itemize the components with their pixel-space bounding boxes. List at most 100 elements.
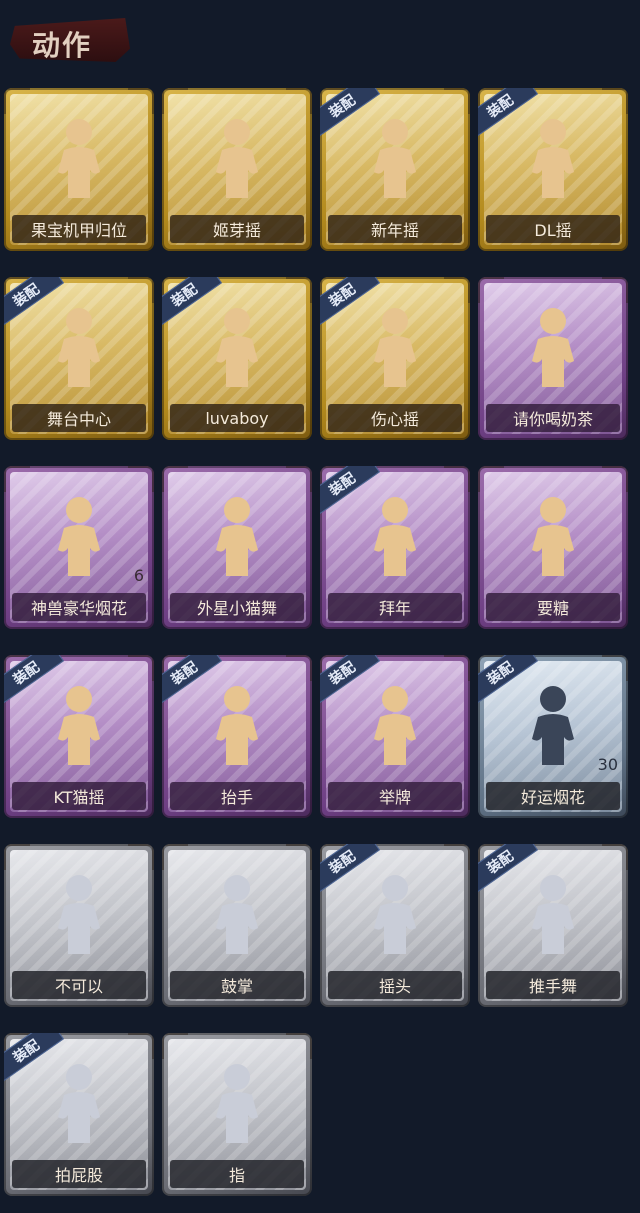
pointing-hand-icon bbox=[216, 1064, 258, 1143]
action-card[interactable]: 装配 拍屁股 bbox=[4, 1033, 154, 1196]
card-label: 鼓掌 bbox=[220, 977, 253, 996]
figure-cat-dance-icon bbox=[216, 497, 258, 576]
action-card[interactable]: 装配 伤心摇 bbox=[320, 277, 470, 440]
figure-reach-icon bbox=[532, 497, 574, 576]
action-card[interactable]: 装配 30 好运烟花 bbox=[478, 655, 628, 818]
frame-corner-ornament bbox=[286, 88, 312, 114]
frame-corner-ornament bbox=[286, 466, 312, 492]
action-card[interactable]: 装配 DL摇 bbox=[478, 88, 628, 251]
card-label-bar: KT猫摇 bbox=[12, 782, 146, 810]
figure-raise-arm-icon bbox=[532, 119, 574, 198]
card-label-bar: 推手舞 bbox=[486, 971, 620, 999]
action-card[interactable]: 要糖 bbox=[478, 466, 628, 629]
action-card[interactable]: 指 bbox=[162, 1033, 312, 1196]
action-card[interactable]: 装配 舞台中心 bbox=[4, 277, 154, 440]
card-label: 请你喝奶茶 bbox=[512, 410, 593, 429]
card-label: 推手舞 bbox=[528, 977, 577, 996]
frame-corner-ornament bbox=[478, 466, 504, 492]
figure-dance-icon bbox=[58, 119, 100, 198]
action-card[interactable]: 装配 推手舞 bbox=[478, 844, 628, 1007]
item-count: 6 bbox=[133, 566, 144, 585]
card-label: 拍屁股 bbox=[54, 1166, 103, 1185]
action-card[interactable]: 不可以 bbox=[4, 844, 154, 1007]
card-label-bar: 好运烟花 bbox=[486, 782, 620, 810]
card-label-bar: 伤心摇 bbox=[328, 404, 462, 432]
figure-heart-hands-icon bbox=[374, 308, 416, 387]
action-card[interactable]: 请你喝奶茶 bbox=[478, 277, 628, 440]
card-label-bar: 舞台中心 bbox=[12, 404, 146, 432]
card-label-bar: luvaboy bbox=[170, 404, 304, 432]
action-card[interactable]: 装配 举牌 bbox=[320, 655, 470, 818]
frame-corner-ornament bbox=[602, 466, 628, 492]
action-card[interactable]: 外星小猫舞 bbox=[162, 466, 312, 629]
frame-corner-ornament bbox=[444, 88, 470, 114]
figure-raise-hand-icon bbox=[216, 686, 258, 765]
card-label-bar: 神兽豪华烟花 bbox=[12, 593, 146, 621]
frame-corner-ornament bbox=[286, 1033, 312, 1059]
frame-corner-ornament bbox=[128, 88, 154, 114]
frame-corner-ornament bbox=[444, 655, 470, 681]
card-label: 不可以 bbox=[54, 977, 103, 996]
frame-corner-ornament bbox=[602, 655, 628, 681]
card-label: 要糖 bbox=[536, 599, 569, 618]
section-title: 动作 bbox=[32, 29, 93, 62]
action-card[interactable]: 装配 抬手 bbox=[162, 655, 312, 818]
action-card[interactable]: 装配 拜年 bbox=[320, 466, 470, 629]
card-label-bar: 不可以 bbox=[12, 971, 146, 999]
frame-corner-ornament bbox=[162, 844, 188, 870]
figure-shake-head-icon bbox=[374, 875, 416, 954]
frame-corner-ornament bbox=[128, 844, 154, 870]
frame-corner-ornament bbox=[602, 277, 628, 303]
item-count: 30 bbox=[597, 755, 618, 774]
figure-clap-icon bbox=[374, 119, 416, 198]
card-label: 姬芽摇 bbox=[212, 221, 261, 240]
action-card[interactable]: 装配 摇头 bbox=[320, 844, 470, 1007]
action-card[interactable]: 6 神兽豪华烟花 bbox=[4, 466, 154, 629]
card-label: 果宝机甲归位 bbox=[30, 221, 127, 240]
card-label: 好运烟花 bbox=[520, 788, 585, 807]
frame-corner-ornament bbox=[444, 844, 470, 870]
figure-bow-icon bbox=[374, 497, 416, 576]
action-card[interactable]: 姬芽摇 bbox=[162, 88, 312, 251]
figure-wave-icon bbox=[216, 119, 258, 198]
action-card[interactable]: 装配 KT猫摇 bbox=[4, 655, 154, 818]
card-label: 摇头 bbox=[378, 977, 411, 996]
card-label-bar: 抬手 bbox=[170, 782, 304, 810]
figure-music-icon bbox=[58, 686, 100, 765]
finger-no-icon bbox=[58, 875, 100, 954]
frame-corner-ornament bbox=[128, 1033, 154, 1059]
frame-corner-ornament bbox=[286, 844, 312, 870]
card-label: luvaboy bbox=[205, 408, 269, 428]
card-label: 舞台中心 bbox=[46, 410, 111, 429]
card-label: 抬手 bbox=[220, 788, 253, 807]
card-label-bar: 要糖 bbox=[486, 593, 620, 621]
card-label: 伤心摇 bbox=[370, 410, 419, 429]
frame-corner-ornament bbox=[4, 88, 30, 114]
card-label-bar: 姬芽摇 bbox=[170, 215, 304, 243]
card-label: 举牌 bbox=[378, 788, 411, 807]
frame-corner-ornament bbox=[602, 844, 628, 870]
frame-corner-ornament bbox=[478, 277, 504, 303]
figure-placard-icon bbox=[374, 686, 416, 765]
action-card[interactable]: 鼓掌 bbox=[162, 844, 312, 1007]
frame-corner-ornament bbox=[602, 88, 628, 114]
card-label: 神兽豪华烟花 bbox=[30, 599, 127, 618]
frame-corner-ornament bbox=[162, 88, 188, 114]
frame-corner-ornament bbox=[4, 466, 30, 492]
card-label-bar: 指 bbox=[170, 1160, 304, 1188]
frame-corner-ornament bbox=[4, 844, 30, 870]
card-label: 新年摇 bbox=[370, 221, 419, 240]
action-card[interactable]: 装配 luvaboy bbox=[162, 277, 312, 440]
frame-corner-ornament bbox=[286, 655, 312, 681]
clap-hands-icon bbox=[216, 875, 258, 954]
frame-corner-ornament bbox=[128, 277, 154, 303]
action-card[interactable]: 装配 新年摇 bbox=[320, 88, 470, 251]
frame-corner-ornament bbox=[162, 466, 188, 492]
section-header: 动作 bbox=[10, 12, 134, 68]
card-label-bar: 请你喝奶茶 bbox=[486, 404, 620, 432]
card-label-bar: 果宝机甲归位 bbox=[12, 215, 146, 243]
card-label: 拜年 bbox=[378, 599, 411, 618]
card-label: 外星小猫舞 bbox=[196, 599, 277, 618]
action-card[interactable]: 果宝机甲归位 bbox=[4, 88, 154, 251]
card-label: KT猫摇 bbox=[53, 788, 105, 807]
